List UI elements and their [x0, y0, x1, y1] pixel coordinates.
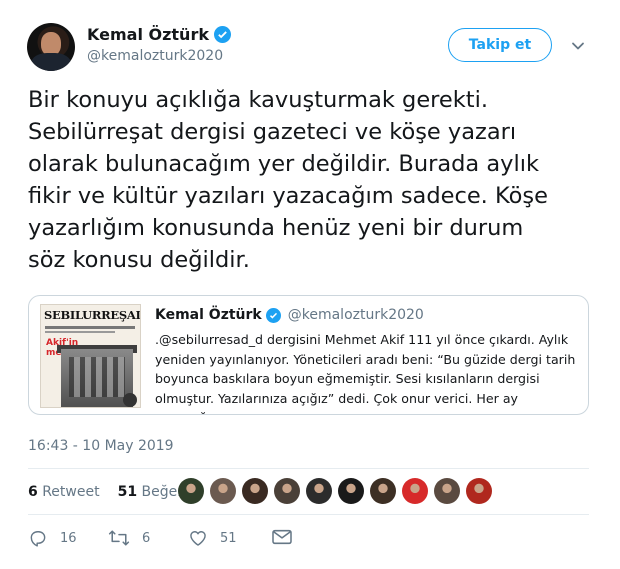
quoted-author-handle: @kemalozturk2020	[287, 307, 424, 323]
tweet-stats: 6 Retweet 51 Beğeni	[28, 484, 190, 500]
like-stat-count: 51	[117, 484, 138, 500]
quoted-author-name: Kemal Öztürk	[155, 307, 262, 323]
liker-avatar[interactable]	[402, 478, 428, 504]
retweet-stat[interactable]: 6 Retweet	[28, 484, 100, 500]
like-count: 51	[220, 530, 237, 546]
tweet-text: Bir konuyu açıklığa kavuşturmak gerekti.…	[28, 84, 603, 276]
magazine-subline	[45, 331, 115, 333]
like-icon	[190, 531, 206, 546]
tweet-line: yazarlığım konusunda henüz yeni bir duru…	[28, 215, 524, 241]
tweet-line: Bir konuyu açıklığa kavuşturmak gerekti.	[28, 87, 489, 113]
like-button[interactable]: 51	[188, 528, 237, 548]
liker-avatar[interactable]	[338, 478, 364, 504]
author-name[interactable]: Kemal Öztürk	[87, 25, 209, 44]
chevron-down-icon[interactable]	[569, 37, 587, 55]
magazine-subline	[45, 326, 135, 329]
avatar-suit	[31, 53, 71, 71]
retweet-count: 6	[142, 530, 151, 546]
divider	[28, 468, 589, 469]
quoted-line: yeniden yayınlanıyor. Yöneticileri aradı…	[155, 351, 576, 367]
retweet-icon	[108, 530, 130, 546]
tweet-timestamp[interactable]: 16:43 - 10 May 2019	[28, 438, 174, 454]
liker-avatar[interactable]	[242, 478, 268, 504]
liker-avatar[interactable]	[466, 478, 492, 504]
tweet-line: olarak bulunacağım yer değildir. Burada …	[28, 151, 539, 177]
liker-avatar[interactable]	[306, 478, 332, 504]
quoted-tweet[interactable]: SEBILURREŞAD Akif'in mektebi Kemal Öztür…	[28, 295, 589, 415]
quoted-line: olmuştur. Yazılarınıza açığız” dedi. Çok…	[155, 390, 518, 415]
divider	[28, 514, 589, 515]
person-photo	[123, 393, 137, 407]
mail-icon	[272, 529, 292, 545]
author-handle[interactable]: @kemalozturk2020	[87, 48, 223, 64]
follow-button[interactable]: Takip et	[448, 28, 552, 62]
quoted-text: .@sebilurresad_d dergisini Mehmet Akif 1…	[155, 330, 580, 415]
retweet-stat-count: 6	[28, 484, 38, 500]
quoted-line: .@sebilurresad_d dergisini Mehmet Akif 1…	[155, 332, 569, 347]
liker-avatar[interactable]	[370, 478, 396, 504]
tweet-actions: 16 6 51	[28, 528, 428, 550]
reply-icon	[30, 531, 46, 547]
retweet-stat-label: Retweet	[42, 484, 100, 500]
tweet-line: Sebilürreşat dergisi gazeteci ve köşe ya…	[28, 119, 517, 145]
liker-avatar[interactable]	[434, 478, 460, 504]
quoted-author-row: Kemal Öztürk @kemalozturk2020	[155, 307, 424, 323]
quoted-line: boyunca baskılara boyun eğmemiştir. Sesi…	[155, 371, 540, 386]
reply-button[interactable]: 16	[28, 528, 77, 548]
magazine-masthead: SEBILURREŞAD	[44, 308, 141, 322]
verified-badge-icon	[265, 307, 281, 323]
liker-avatar[interactable]	[210, 478, 236, 504]
author-avatar[interactable]	[27, 23, 75, 71]
reply-count: 16	[60, 530, 77, 546]
retweet-button[interactable]: 6	[108, 528, 150, 548]
liker-avatar[interactable]	[274, 478, 300, 504]
magazine-cover-image: SEBILURREŞAD Akif'in mektebi	[40, 304, 141, 408]
tweet-line: fikir ve kültür yazıları yazacağım sadec…	[28, 183, 548, 209]
liker-avatar[interactable]	[178, 478, 204, 504]
tweet-line: söz konusu değildir.	[28, 247, 250, 273]
liker-avatars	[178, 478, 492, 504]
verified-badge-icon	[213, 26, 231, 43]
share-dm-button[interactable]	[271, 528, 293, 546]
author-name-row[interactable]: Kemal Öztürk	[87, 25, 231, 44]
